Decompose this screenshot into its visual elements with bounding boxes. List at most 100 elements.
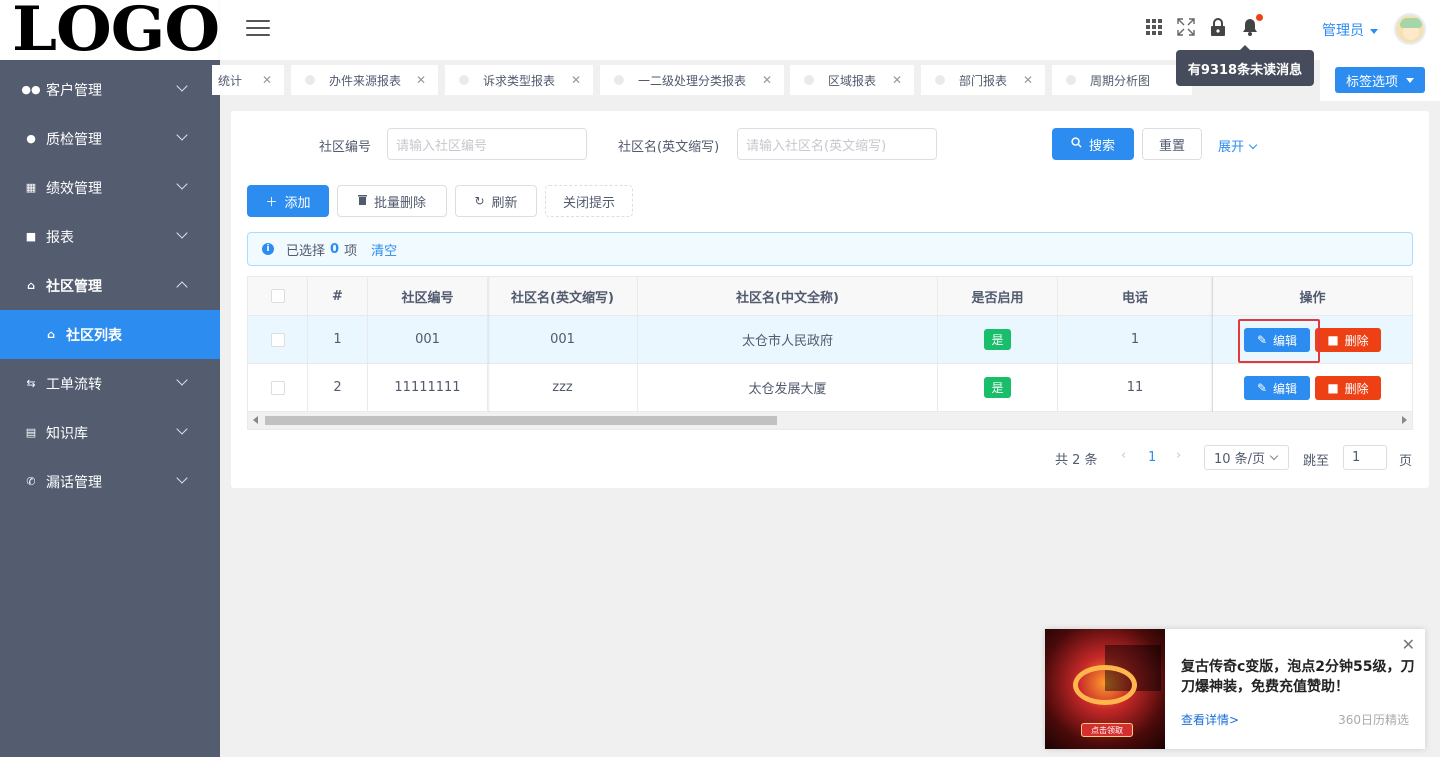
fullscreen-icon[interactable] [1177, 18, 1195, 36]
page-number[interactable]: 1 [1148, 450, 1156, 465]
chevron-down-icon [176, 472, 188, 484]
table-row[interactable]: 2 11111111 zzz 太仓发展大厦 是 11 ✎ 编辑 ■ 删除 [248, 364, 1412, 412]
scroll-left-icon[interactable] [253, 416, 258, 424]
close-icon[interactable]: ✕ [416, 73, 426, 87]
close-icon[interactable]: ✕ [762, 73, 772, 87]
community-code-input[interactable]: 请输入社区编号 [387, 128, 587, 160]
reset-button-label: 重置 [1158, 138, 1185, 154]
close-tip-button[interactable]: 关闭提示 [545, 185, 633, 217]
reset-button[interactable]: 重置 [1142, 128, 1202, 160]
tab-region-report[interactable]: 区域报表 ✕ [790, 65, 914, 95]
sidebar-item-performance[interactable]: ▦ 绩效管理 [0, 163, 220, 212]
tab-status-dot [614, 75, 624, 85]
menu-toggle-icon[interactable] [246, 20, 270, 38]
expand-label: 展开 [1218, 140, 1245, 155]
caret-down-icon [1370, 28, 1378, 34]
edit-button[interactable]: ✎ 编辑 [1244, 376, 1310, 400]
ad-title[interactable]: 复古传奇c变版，泡点2分钟55级，刀刀爆神装，免费充值赞助！ [1181, 657, 1417, 697]
refresh-icon: ⇆ [26, 377, 36, 390]
search-button[interactable]: 搜索 [1052, 128, 1134, 160]
jump-page-input[interactable]: 1 [1343, 445, 1387, 470]
prev-page-icon[interactable]: ‹ [1121, 448, 1126, 463]
close-icon[interactable]: ✕ [262, 73, 272, 87]
selected-count: 0 [330, 241, 340, 257]
cell-abbr: 001 [488, 316, 638, 363]
cell-enabled: 是 [938, 364, 1058, 411]
close-icon[interactable]: ✕ [1023, 73, 1033, 87]
delete-button[interactable]: ■ 删除 [1315, 376, 1381, 400]
sidebar-item-report[interactable]: ■ 报表 [0, 212, 220, 261]
scroll-right-icon[interactable] [1402, 416, 1407, 424]
sidebar-item-community[interactable]: ⌂ 社区管理 [0, 261, 220, 310]
page-size-select[interactable]: 10 条/页 [1204, 445, 1289, 470]
logo[interactable]: LOGO [0, 0, 220, 60]
tab-status-dot [459, 75, 469, 85]
alert-suffix: 项 [344, 243, 358, 259]
chevron-down-icon [176, 129, 188, 141]
sidebar-item-label: 客户管理 [46, 82, 102, 99]
next-page-icon[interactable]: › [1176, 448, 1181, 463]
batch-delete-button[interactable]: 批量删除 [337, 185, 447, 217]
users-icon: ●● [21, 83, 41, 96]
fixed-column-shadow [1210, 277, 1213, 412]
tab-label: 办件来源报表 [329, 73, 402, 88]
tab-label: 统计 [218, 73, 243, 88]
column-header-abbr[interactable]: 社区名(英文缩写) [488, 277, 638, 315]
user-menu[interactable]: 管理员 [1322, 20, 1378, 40]
row-checkbox[interactable] [270, 332, 285, 347]
tab-options-button[interactable]: 标签选项 [1335, 67, 1425, 93]
pagination-total: 共 2 条 [1055, 453, 1098, 468]
expand-link[interactable]: 展开 [1218, 136, 1258, 155]
sidebar-item-knowledge[interactable]: ▤ 知识库 [0, 408, 220, 457]
avatar[interactable] [1394, 13, 1426, 45]
column-header-code[interactable]: 社区编号 [368, 277, 488, 315]
enabled-badge: 是 [984, 329, 1011, 350]
column-header-enabled[interactable]: 是否启用 [938, 277, 1058, 315]
column-header-fullname[interactable]: 社区名(中文全称) [638, 277, 938, 315]
tab-cycle-analysis[interactable]: 周期分析图 [1052, 65, 1192, 95]
sidebar-item-community-list[interactable]: ⌂ 社区列表 [0, 310, 220, 359]
close-icon[interactable]: ✕ [1402, 635, 1415, 654]
fixed-column-shadow [488, 277, 490, 412]
page-label: 页 [1399, 454, 1413, 469]
sidebar-item-label: 知识库 [46, 425, 88, 442]
close-icon[interactable]: ✕ [892, 73, 902, 87]
row-checkbox[interactable] [270, 380, 285, 395]
tab-stats[interactable]: 统计 ✕ [212, 65, 284, 95]
tab-appeal-report[interactable]: 诉求类型报表 ✕ [445, 65, 593, 95]
lock-icon[interactable] [1209, 18, 1227, 36]
ad-image[interactable]: 点击领取 [1045, 629, 1165, 749]
sidebar-item-workorder[interactable]: ⇆ 工单流转 [0, 359, 220, 408]
community-abbr-input[interactable]: 请输入社区名(英文缩写) [737, 128, 937, 160]
sidebar-item-customer[interactable]: ●● 客户管理 [0, 65, 220, 114]
clear-selection-link[interactable]: 清空 [371, 240, 397, 259]
refresh-button[interactable]: ↻ 刷新 [455, 185, 537, 217]
delete-button[interactable]: ■ 删除 [1315, 328, 1381, 352]
notification-bell-icon[interactable] [1241, 14, 1263, 36]
sidebar-item-missed-calls[interactable]: ✆ 漏话管理 [0, 457, 220, 506]
jump-label: 跳至 [1303, 454, 1330, 469]
sidebar-nav: ●● 客户管理 ● 质检管理 ▦ 绩效管理 ■ 报表 ⌂ 社区管理 ⌂ 社区列表 [0, 65, 220, 506]
row-select-cell [248, 364, 308, 411]
edit-label: 编辑 [1273, 381, 1298, 396]
cell-phone: 1 [1058, 316, 1213, 363]
column-header-phone[interactable]: 电话 [1058, 277, 1213, 315]
search-icon [1071, 137, 1082, 151]
scrollbar-thumb[interactable] [265, 416, 777, 425]
cell-actions: ✎ 编辑 ■ 删除 [1213, 364, 1412, 411]
tab-department-report[interactable]: 部门报表 ✕ [921, 65, 1045, 95]
community-code-label: 社区编号 [319, 140, 372, 155]
horizontal-scrollbar[interactable] [248, 412, 1412, 429]
sidebar-item-label: 工单流转 [46, 376, 102, 393]
phone-icon: ✆ [26, 475, 36, 488]
select-all-checkbox[interactable] [270, 289, 285, 303]
tab-source-report[interactable]: 办件来源报表 ✕ [291, 65, 438, 95]
apps-grid-icon[interactable] [1145, 18, 1163, 36]
sidebar-item-quality[interactable]: ● 质检管理 [0, 114, 220, 163]
sidebar-item-label: 质检管理 [46, 131, 102, 148]
add-button[interactable]: ＋ 添加 [247, 185, 329, 217]
close-icon[interactable]: ✕ [571, 73, 581, 87]
ad-more-link[interactable]: 查看详情> [1181, 711, 1239, 728]
tab-classify-report[interactable]: 一二级处理分类报表 ✕ [600, 65, 784, 95]
cell-fullname: 太仓发展大厦 [638, 364, 938, 411]
